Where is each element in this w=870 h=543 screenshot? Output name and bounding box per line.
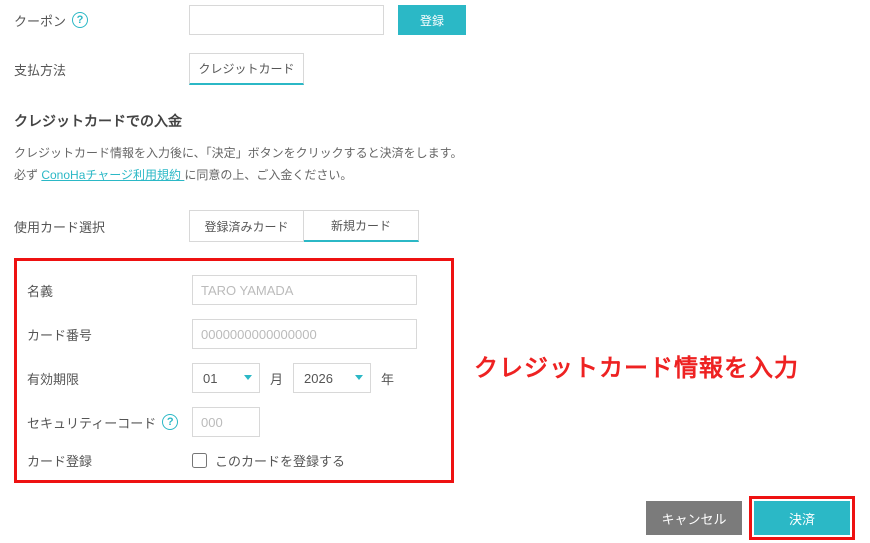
coupon-input[interactable]: [189, 5, 384, 35]
help-icon[interactable]: ?: [72, 12, 88, 28]
tab-credit-card[interactable]: クレジットカード: [189, 53, 304, 85]
annotation-text: クレジットカード情報を入力: [474, 348, 799, 383]
card-register-label: カード登録: [27, 451, 192, 470]
cvv-label: セキュリティーコード ?: [27, 413, 192, 432]
expiry-month-select[interactable]: 01: [192, 363, 260, 393]
coupon-register-button[interactable]: 登録: [398, 5, 466, 35]
year-unit: 年: [381, 369, 394, 388]
desc-prefix: 必ず: [14, 168, 41, 182]
register-card-checkbox[interactable]: [192, 453, 207, 468]
terms-link[interactable]: ConoHaチャージ利用規約: [41, 168, 184, 182]
desc-suffix: に同意の上、ご入金ください。: [184, 168, 352, 182]
register-card-checkbox-label: このカードを登録する: [215, 451, 345, 470]
cvv-label-text: セキュリティーコード: [27, 413, 156, 432]
tab-new-card[interactable]: 新規カード: [304, 210, 419, 242]
cancel-button[interactable]: キャンセル: [646, 501, 742, 535]
cvv-input[interactable]: [192, 407, 260, 437]
cardholder-name-input[interactable]: [192, 275, 417, 305]
section-title: クレジットカードでの入金: [14, 111, 856, 131]
submit-button[interactable]: 決済: [754, 501, 850, 535]
card-number-input[interactable]: [192, 319, 417, 349]
card-select-label: 使用カード選択: [14, 217, 189, 236]
help-icon[interactable]: ?: [162, 414, 178, 430]
cardholder-name-label: 名義: [27, 281, 192, 300]
payment-method-label: 支払方法: [14, 60, 189, 79]
description: クレジットカード情報を入力後に、「決定」ボタンをクリックすると決済をします。 必…: [14, 143, 856, 186]
desc-line1: クレジットカード情報を入力後に、「決定」ボタンをクリックすると決済をします。: [14, 146, 462, 160]
expiry-year-select[interactable]: 2026: [293, 363, 371, 393]
month-unit: 月: [270, 369, 283, 388]
coupon-label-text: クーポン: [14, 11, 66, 30]
expiry-month-wrap: 01: [192, 363, 260, 393]
expiry-year-wrap: 2026: [293, 363, 371, 393]
coupon-label: クーポン ?: [14, 11, 189, 30]
expiry-label: 有効期限: [27, 369, 192, 388]
card-number-label: カード番号: [27, 325, 192, 344]
tab-registered-card[interactable]: 登録済みカード: [189, 210, 304, 242]
card-form-highlight: 名義 カード番号 有効期限 01 月 2026 年 セキュリ: [14, 258, 454, 483]
